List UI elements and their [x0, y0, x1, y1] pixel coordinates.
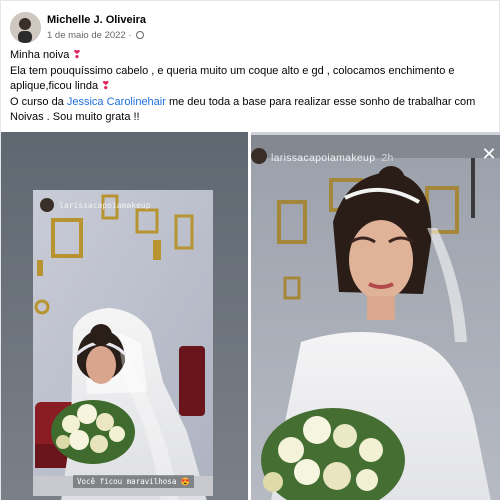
post-line: aplique,ficou linda ❣: [10, 79, 494, 95]
post-date[interactable]: 1 de maio de 2022: [47, 30, 126, 41]
post-line: Minha noiva ❣: [10, 48, 494, 64]
post-line: Ela tem pouquíssimo cabelo , e queria mu…: [10, 64, 455, 77]
mention-link[interactable]: Jessica Carolinehair: [67, 96, 166, 108]
author-name[interactable]: Michelle J. Oliveira: [47, 14, 146, 26]
story-username-text: larissacapoiamakeup: [271, 152, 376, 164]
story-username: larissacapoiamakeup 2h: [271, 152, 394, 164]
photo-left[interactable]: larissacapoiamakeup Você ficou maravilho…: [1, 132, 248, 500]
post-line-3-text: aplique,ficou linda: [10, 80, 99, 92]
bride-photo-right: [251, 132, 500, 500]
post-meta: 1 de maio de 2022 ·: [47, 30, 145, 41]
post-line: O curso da Jessica Carolinehair me deu t…: [10, 95, 494, 111]
photo-right[interactable]: larissacapoiamakeup 2h ✕: [251, 132, 500, 500]
story-caption: Você ficou maravilhosa 😍: [73, 475, 195, 488]
post-line-4-suffix: me deu toda a base para realizar esse so…: [165, 95, 476, 108]
photo-grid: larissacapoiamakeup Você ficou maravilho…: [1, 132, 500, 500]
story-username: larissacapoiamakeup: [59, 201, 151, 210]
bride-photo-left: [1, 132, 248, 500]
close-icon[interactable]: ✕: [481, 145, 497, 163]
heart-icon: ❣: [72, 49, 82, 61]
globe-icon: [136, 31, 145, 39]
facebook-post: Michelle J. Oliveira 1 de maio de 2022 ·…: [0, 0, 500, 500]
author-avatar[interactable]: [10, 12, 41, 43]
heart-icon: ❣: [101, 80, 111, 92]
post-line: Noivas . Sou muito grata !!: [10, 111, 140, 123]
story-time: 2h: [381, 152, 394, 164]
post-line-1-text: Minha noiva: [10, 49, 70, 61]
post-text: Minha noiva ❣ Ela tem pouquíssimo cabelo…: [10, 48, 494, 126]
post-line-4-prefix: O curso da: [10, 95, 67, 108]
